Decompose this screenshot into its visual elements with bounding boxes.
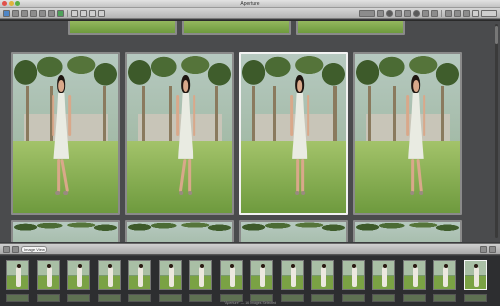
image-viewer xyxy=(0,20,500,242)
photo-top-1[interactable] xyxy=(68,21,177,35)
photo-4[interactable] xyxy=(353,52,462,215)
photo-top-2[interactable] xyxy=(182,21,291,35)
filmstrip-thumb[interactable] xyxy=(6,260,29,290)
window-title: Aperture xyxy=(240,1,260,7)
filmstrip-thumb[interactable] xyxy=(219,260,243,290)
main-toolbar xyxy=(0,8,500,19)
filmstrip-thumb[interactable] xyxy=(128,260,151,290)
filmstrip-thumbnails xyxy=(6,260,487,290)
rotate-right-icon[interactable] xyxy=(80,10,87,17)
toolbar-separator xyxy=(67,10,68,17)
rating-icon[interactable] xyxy=(472,10,479,17)
spot-patch-icon[interactable] xyxy=(422,10,429,17)
backup-icon[interactable] xyxy=(48,10,55,17)
lift-stamp-icon[interactable] xyxy=(431,10,438,17)
rotate-left-icon[interactable] xyxy=(71,10,78,17)
viewer-scrollbar[interactable] xyxy=(495,24,498,238)
filmstrip: "Aperture" — 16 Images Selected xyxy=(0,256,500,306)
new-album-icon[interactable] xyxy=(21,10,28,17)
filmstrip-thumb[interactable] xyxy=(250,260,273,290)
filmstrip-thumb[interactable] xyxy=(280,260,304,290)
filmstrip-thumb[interactable] xyxy=(67,260,90,290)
filmstrip-thumb[interactable] xyxy=(97,260,121,290)
viewer-mode-icon[interactable] xyxy=(359,10,375,17)
toolbar-right-group xyxy=(359,10,497,17)
adjust-icon[interactable] xyxy=(445,10,452,17)
filmstrip-thumb[interactable] xyxy=(341,260,365,290)
zoom-icon[interactable] xyxy=(481,10,497,17)
browser-toolbar: Image View xyxy=(0,243,500,255)
scrollbar-knob[interactable] xyxy=(495,26,498,44)
stack-icon[interactable] xyxy=(89,10,96,17)
straighten-icon[interactable] xyxy=(404,10,411,17)
filmstrip-thumb[interactable] xyxy=(433,260,456,290)
photo-2[interactable] xyxy=(125,52,234,215)
photo-3-selected[interactable] xyxy=(239,52,348,215)
filmstrip-thumb[interactable] xyxy=(463,260,487,290)
list-view-icon[interactable] xyxy=(12,246,19,253)
filmstrip-thumb[interactable] xyxy=(311,260,334,290)
filmstrip-thumb[interactable] xyxy=(158,260,182,290)
photo-bottom-2[interactable] xyxy=(125,220,234,242)
full-screen-icon[interactable] xyxy=(377,10,384,17)
photo-top-3[interactable] xyxy=(296,21,405,35)
crop-icon[interactable] xyxy=(395,10,402,17)
filter-icon[interactable] xyxy=(480,246,487,253)
metadata-icon[interactable] xyxy=(454,10,461,17)
filmstrip-thumb[interactable] xyxy=(402,260,426,290)
print-icon[interactable] xyxy=(39,10,46,17)
compare-icon[interactable] xyxy=(98,10,105,17)
filmstrip-thumb[interactable] xyxy=(36,260,60,290)
grid-view-icon[interactable] xyxy=(3,246,10,253)
toolbar-separator xyxy=(441,10,442,17)
email-icon[interactable] xyxy=(30,10,37,17)
browser-toolbar-right xyxy=(480,246,496,253)
browser-toolbar-left: Image View xyxy=(3,246,47,253)
inspector-icon[interactable] xyxy=(463,10,470,17)
export-icon[interactable] xyxy=(57,10,64,17)
zoom-slider-icon[interactable] xyxy=(489,246,496,253)
red-eye-icon[interactable] xyxy=(413,10,420,17)
filmstrip-thumb[interactable] xyxy=(189,260,212,290)
photo-1[interactable] xyxy=(11,52,120,215)
filmstrip-thumb[interactable] xyxy=(372,260,395,290)
title-bar: Aperture xyxy=(0,0,500,8)
photo-bottom-3[interactable] xyxy=(239,220,348,242)
photo-bottom-4[interactable] xyxy=(353,220,462,242)
loupe-icon[interactable] xyxy=(386,10,393,17)
search-input[interactable]: Image View xyxy=(21,246,47,253)
photo-bottom-1[interactable] xyxy=(11,220,120,242)
status-text: "Aperture" — 16 Images Selected xyxy=(223,301,277,305)
import-icon[interactable] xyxy=(3,10,10,17)
toolbar-left-group xyxy=(3,10,105,17)
new-project-icon[interactable] xyxy=(12,10,19,17)
